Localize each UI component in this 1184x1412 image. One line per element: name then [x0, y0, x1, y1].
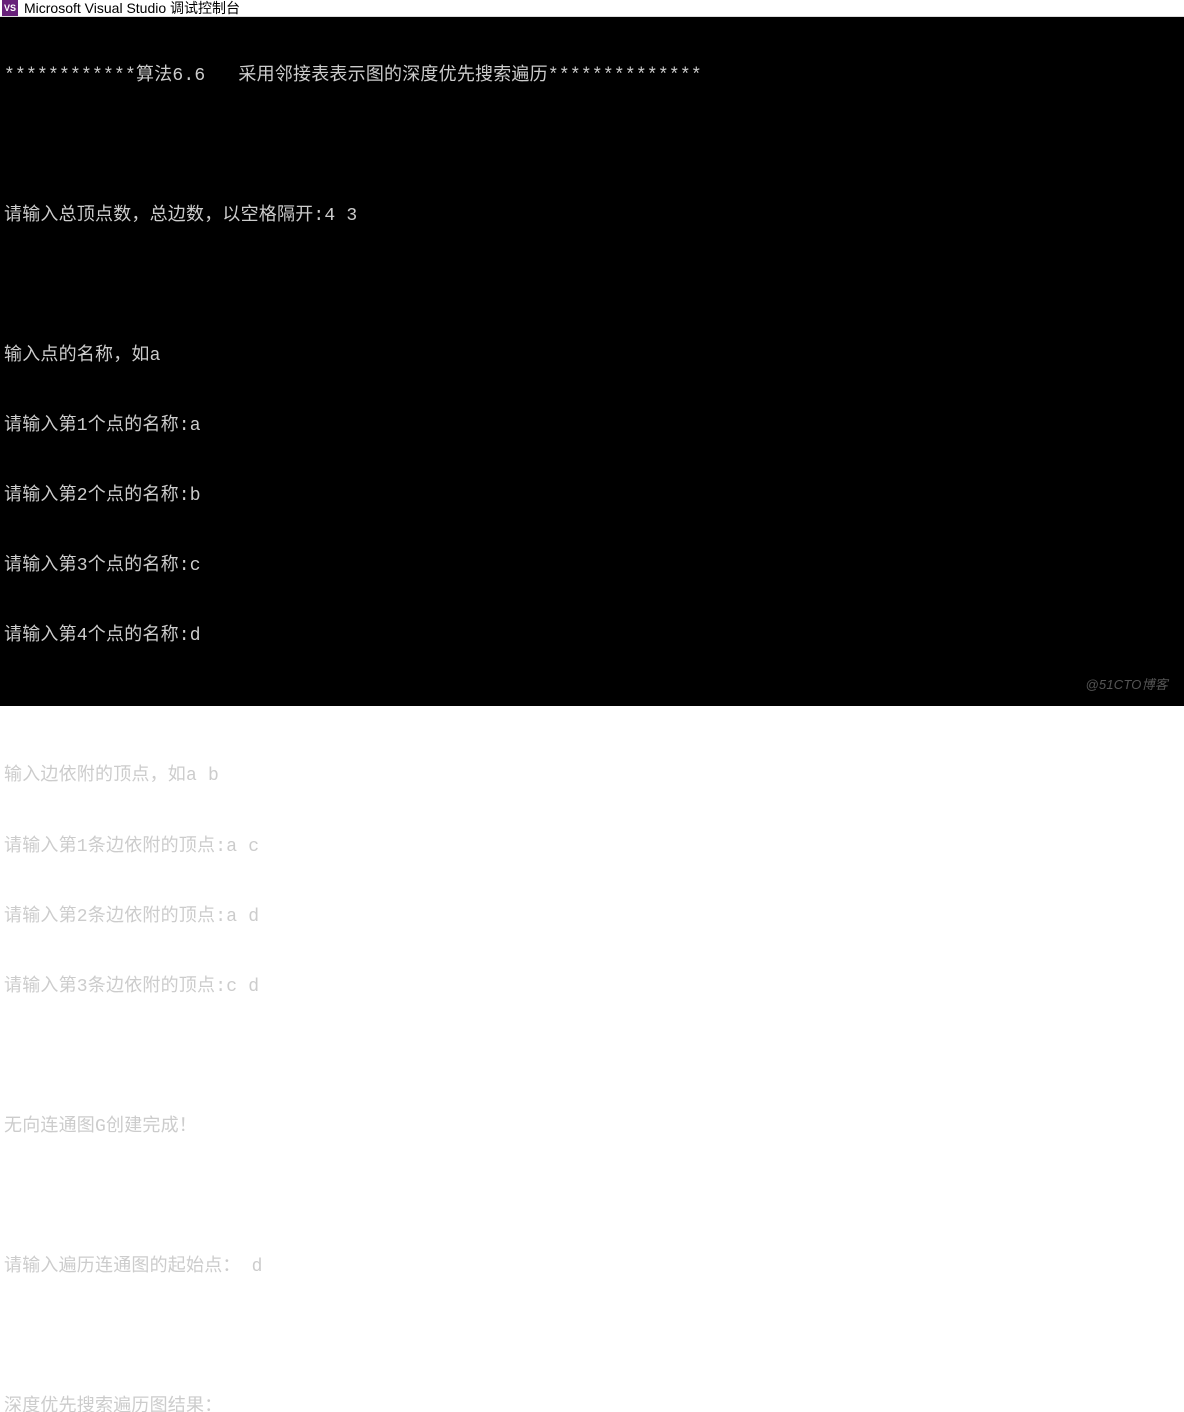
console-line: 请输入第2个点的名称:b: [4, 485, 1180, 508]
titlebar: VS Microsoft Visual Studio 调试控制台: [0, 0, 1184, 17]
console-line: [4, 1046, 1180, 1069]
console-line: [4, 275, 1180, 298]
console-line: [4, 1186, 1180, 1209]
console-line: 请输入第2条边依附的顶点:a d: [4, 906, 1180, 929]
console-line: 请输入第4个点的名称:d: [4, 625, 1180, 648]
console-line: [4, 135, 1180, 158]
console-line: ************算法6.6 采用邻接表表示图的深度优先搜索遍历*****…: [4, 65, 1180, 88]
console-line: 输入边依附的顶点，如a b: [4, 765, 1180, 788]
console-line: [4, 696, 1180, 719]
console-line: 请输入第1条边依附的顶点:a c: [4, 836, 1180, 859]
window-title: Microsoft Visual Studio 调试控制台: [24, 0, 240, 18]
console-line: 请输入第1个点的名称:a: [4, 415, 1180, 438]
console-line: 深度优先搜索遍历图结果：: [4, 1396, 1180, 1412]
console-line: [4, 1326, 1180, 1349]
console-line: 请输入第3条边依附的顶点:c d: [4, 976, 1180, 999]
console-line: 输入点的名称，如a: [4, 345, 1180, 368]
vs-icon: VS: [2, 0, 18, 16]
console-line: 请输入遍历连通图的起始点： d: [4, 1256, 1180, 1279]
console-line: 请输入总顶点数，总边数，以空格隔开:4 3: [4, 205, 1180, 228]
watermark: @51CTO博客: [1086, 677, 1168, 694]
console-line: 无向连通图G创建完成！: [4, 1116, 1180, 1139]
console-output[interactable]: ************算法6.6 采用邻接表表示图的深度优先搜索遍历*****…: [0, 17, 1184, 706]
console-line: 请输入第3个点的名称:c: [4, 555, 1180, 578]
